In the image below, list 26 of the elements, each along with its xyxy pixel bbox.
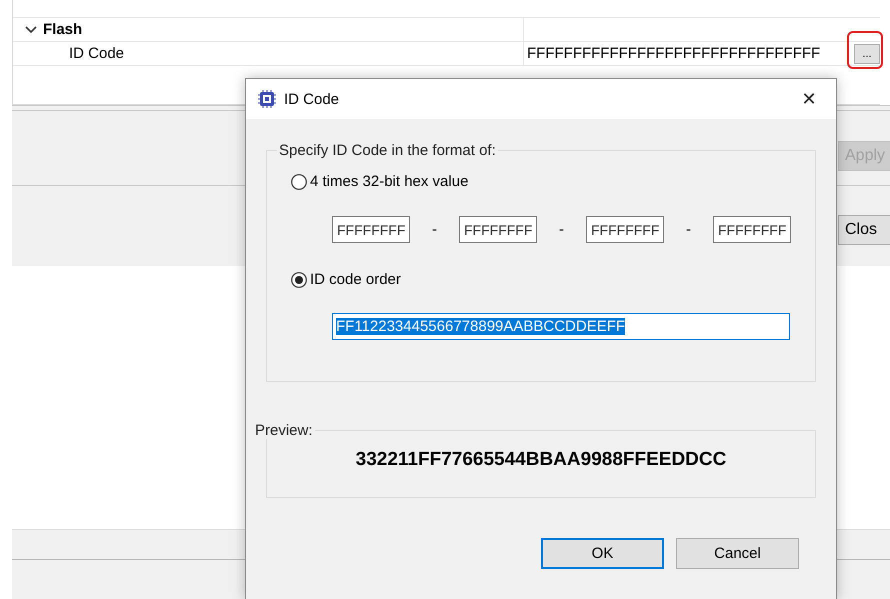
separator: - bbox=[431, 221, 438, 238]
cancel-button[interactable]: Cancel bbox=[676, 538, 799, 569]
separator: - bbox=[685, 221, 692, 238]
group-label: Specify ID Code in the format of: bbox=[278, 142, 497, 159]
radio-label[interactable]: ID code order bbox=[310, 271, 401, 288]
property-name: ID Code bbox=[69, 45, 124, 62]
hex-field[interactable]: FFFFFFFF bbox=[332, 216, 410, 243]
close-button[interactable]: ✕ bbox=[794, 84, 824, 114]
group-label: Flash bbox=[43, 21, 82, 38]
radio-button[interactable] bbox=[291, 272, 307, 288]
hex-field[interactable]: FFFFFFFF bbox=[459, 216, 537, 243]
separator: - bbox=[558, 221, 565, 238]
close-button[interactable]: Clos bbox=[838, 215, 890, 245]
hex-field[interactable]: FFFFFFFF bbox=[586, 216, 664, 243]
hex-field[interactable]: FFFFFFFF bbox=[713, 216, 791, 243]
radio-label[interactable]: 4 times 32-bit hex value bbox=[310, 173, 468, 190]
browse-button[interactable]: ... bbox=[854, 44, 880, 64]
preview-value: 332211FF77665544BBAA9988FFEEDDCC bbox=[356, 449, 726, 471]
chip-icon bbox=[258, 90, 276, 108]
ok-button[interactable]: OK bbox=[541, 538, 664, 569]
property-value: FFFFFFFFFFFFFFFFFFFFFFFFFFFFFFFF bbox=[527, 45, 820, 62]
group-label: Preview: bbox=[254, 422, 314, 439]
dialog-title: ID Code bbox=[284, 90, 340, 108]
chevron-icon[interactable] bbox=[25, 24, 37, 34]
radio-button[interactable] bbox=[291, 174, 307, 190]
id-code-field[interactable]: FF112233445566778899AABBCCDDEEFF bbox=[332, 313, 790, 340]
